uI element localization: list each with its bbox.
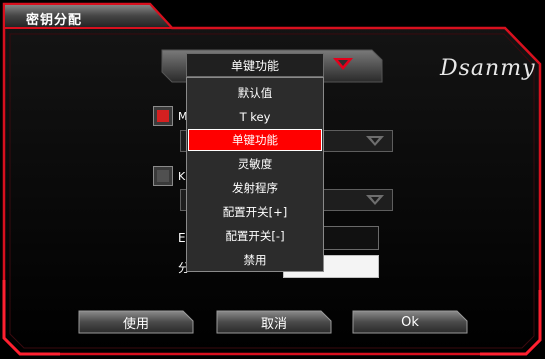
menu-item-profile-minus[interactable]: 配置开关[-] [188,225,322,247]
ok-button-label: Ok [401,314,419,330]
use-button-label: 使用 [122,316,149,332]
menu-item-disable[interactable]: 禁用 [188,249,322,271]
checkbox-key-label: K [178,170,186,183]
dropdown-arrow-icon[interactable] [333,58,353,70]
key-function-select[interactable]: 单键功能 [186,53,324,77]
brand-logo: Dsanmy [440,56,536,81]
menu-item-fire-program[interactable]: 发射程序 [188,177,322,199]
chevron-down-icon [366,195,384,205]
checkbox-key[interactable] [153,166,173,186]
menu-item-default[interactable]: 默认值 [188,82,322,104]
cancel-button-label: 取消 [260,316,287,332]
checkbox-macro[interactable] [153,106,173,126]
chevron-down-icon [366,136,384,146]
menu-item-profile-plus[interactable]: 配置开关[+] [188,201,322,223]
cancel-button[interactable]: 取消 [216,310,332,334]
menu-item-sensitivity[interactable]: 灵敏度 [188,153,322,175]
use-button[interactable]: 使用 [78,310,194,334]
window-title: 密钥分配 [26,13,83,28]
key-function-menu: 默认值 T key 单键功能 灵敏度 发射程序 配置开关[+] 配置开关[-] … [186,77,324,272]
menu-item-single-key[interactable]: 单键功能 [188,129,322,151]
menu-item-t-key[interactable]: T key [188,106,322,128]
field1-label: E [178,231,186,245]
ok-button[interactable]: Ok [352,310,468,334]
